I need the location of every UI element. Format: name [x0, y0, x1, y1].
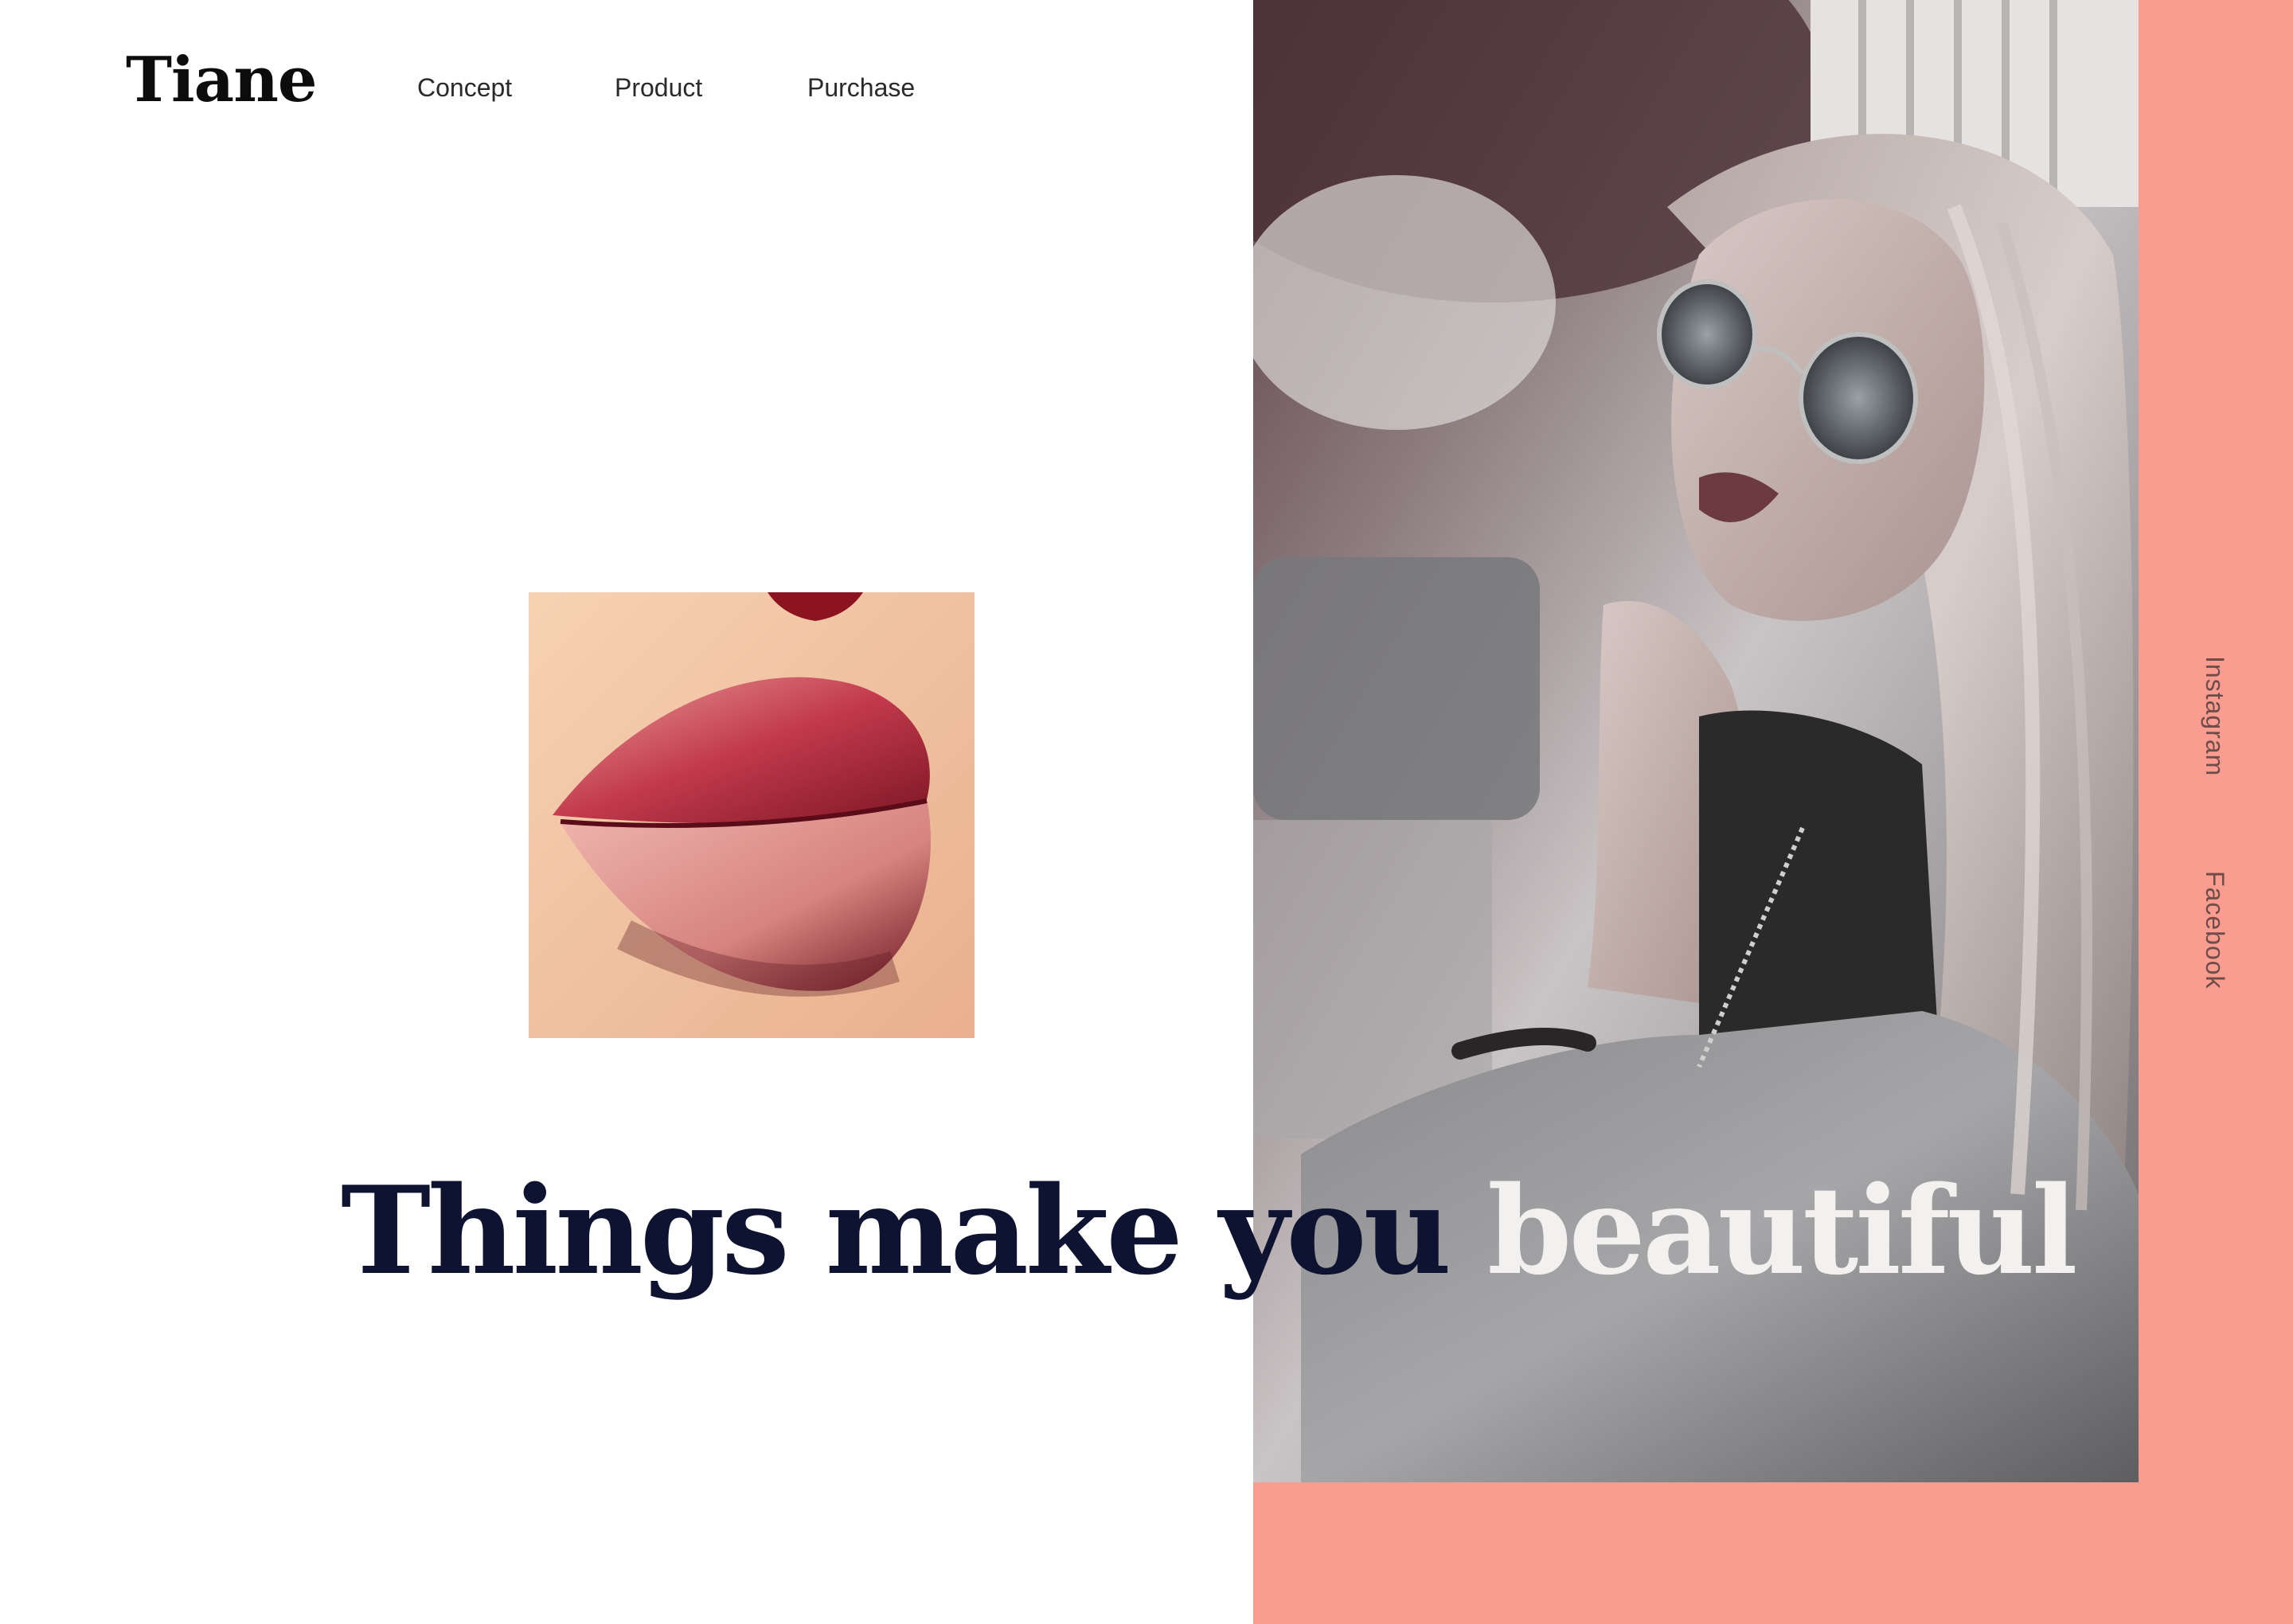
- hero-headline: Things make you beautiful: [341, 1170, 2078, 1291]
- brand-logo[interactable]: Tiane: [126, 49, 318, 111]
- nav-item-purchase[interactable]: Purchase: [807, 72, 915, 103]
- hero-headline-dark: Things make you: [341, 1159, 1488, 1302]
- lips-photo-illustration: [529, 592, 975, 1038]
- social-link-facebook[interactable]: Facebook: [2200, 871, 2229, 990]
- nav-item-concept[interactable]: Concept: [417, 72, 512, 103]
- hero-headline-light: beautiful: [1487, 1159, 2078, 1302]
- social-link-instagram[interactable]: Instagram: [2200, 656, 2229, 776]
- lips-photo: [529, 592, 975, 1038]
- nav-item-product[interactable]: Product: [615, 72, 702, 103]
